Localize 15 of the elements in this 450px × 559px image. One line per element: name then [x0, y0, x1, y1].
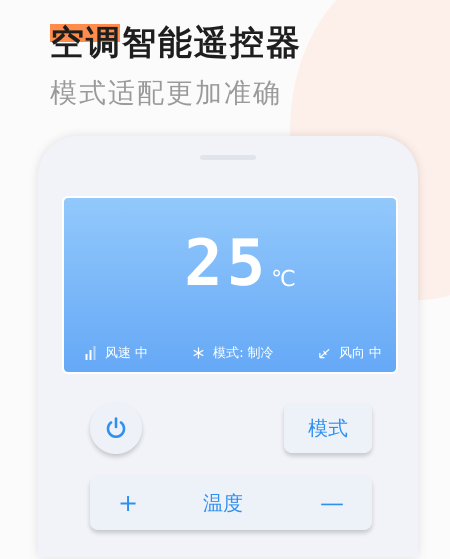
decrease-button[interactable]: — — [292, 489, 372, 517]
wind-direction-icon — [318, 346, 331, 360]
increase-button[interactable]: + — [90, 489, 166, 517]
signal-bars-icon — [84, 346, 97, 360]
status-label: 模式: 制冷 — [213, 345, 274, 362]
temperature-label: 温度 — [202, 490, 244, 516]
temperature-unit: ℃ — [271, 267, 296, 292]
headline-subtitle: 模式适配更加准确 — [50, 77, 283, 111]
power-icon — [104, 416, 128, 440]
temperature-reading: 25 — [184, 236, 270, 292]
mode-button[interactable]: 模式 — [284, 403, 372, 453]
snowflake-icon — [192, 346, 206, 360]
power-button[interactable] — [90, 402, 142, 454]
status-label: 风向 中 — [338, 345, 382, 362]
status-label: 风速 中 — [105, 345, 148, 362]
